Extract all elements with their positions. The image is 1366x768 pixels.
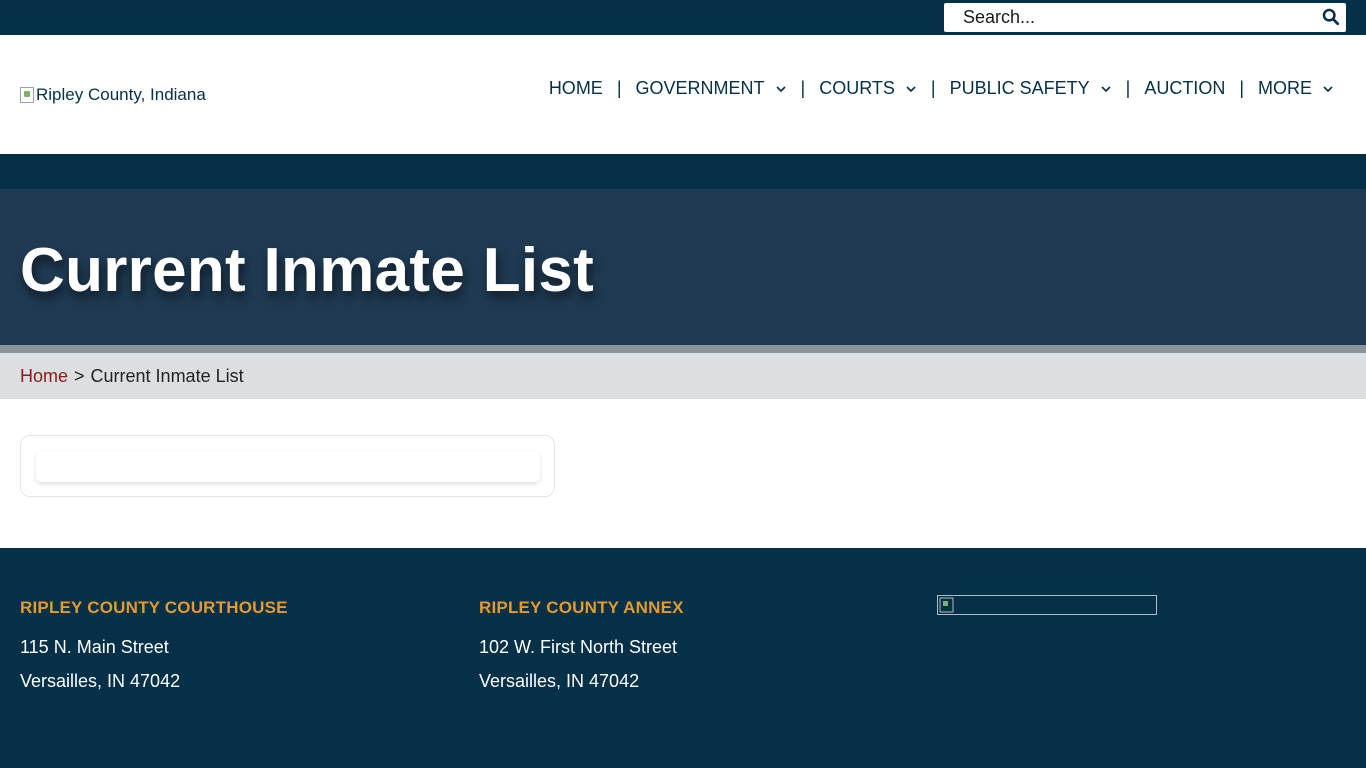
- nav-separator: |: [1239, 78, 1244, 98]
- nav-item-auction[interactable]: AUCTION: [1144, 78, 1225, 99]
- nav-item-more[interactable]: MORE: [1258, 78, 1334, 99]
- breadcrumb-current: Current Inmate List: [90, 365, 244, 386]
- nav-separator: |: [930, 78, 936, 98]
- chevron-down-icon: [906, 85, 916, 92]
- site-footer: RIPLEY COUNTY COURTHOUSE 115 N. Main Str…: [0, 548, 1366, 768]
- breadcrumb: Home > Current Inmate List: [0, 353, 1366, 399]
- inmate-list-container: [20, 435, 555, 497]
- site-logo[interactable]: Ripley County, Indiana: [20, 85, 206, 105]
- main-nav: HOME | GOVERNMENT | COURTS | PUBLIC SAFE…: [549, 78, 1334, 99]
- chevron-down-icon: [1101, 85, 1111, 92]
- nav-item-home[interactable]: HOME: [549, 78, 603, 99]
- footer-courthouse: RIPLEY COUNTY COURTHOUSE 115 N. Main Str…: [20, 598, 288, 698]
- footer-image: [937, 595, 1157, 615]
- hero-divider: [0, 345, 1366, 353]
- search-input[interactable]: [944, 4, 1304, 31]
- header-band: [0, 154, 1366, 189]
- top-bar: [0, 0, 1366, 35]
- search-box: [944, 3, 1346, 32]
- chevron-down-icon: [775, 85, 786, 92]
- nav-item-courts[interactable]: COURTS: [819, 78, 917, 99]
- breadcrumb-separator: >: [74, 365, 85, 386]
- nav-separator: |: [800, 78, 806, 98]
- site-header: Ripley County, Indiana HOME | GOVERNMENT…: [0, 35, 1366, 154]
- annex-address-line2: Versailles, IN 47042: [479, 671, 640, 691]
- courthouse-address-line2: Versailles, IN 47042: [20, 671, 181, 691]
- inmate-list-panel: [36, 451, 540, 482]
- broken-image-icon: [20, 87, 34, 103]
- search-icon[interactable]: [1322, 8, 1340, 26]
- nav-item-public-safety[interactable]: PUBLIC SAFETY: [950, 78, 1112, 99]
- page-title: Current Inmate List: [20, 236, 595, 305]
- footer-annex: RIPLEY COUNTY ANNEX 102 W. First North S…: [479, 598, 684, 698]
- chevron-down-icon: [1323, 85, 1333, 92]
- logo-alt-text: Ripley County, Indiana: [36, 85, 206, 104]
- courthouse-heading: RIPLEY COUNTY COURTHOUSE: [20, 598, 288, 617]
- page-hero: Current Inmate List: [0, 189, 1366, 345]
- nav-separator: |: [616, 78, 622, 98]
- annex-heading: RIPLEY COUNTY ANNEX: [479, 598, 684, 617]
- breadcrumb-home-link[interactable]: Home: [20, 366, 68, 387]
- annex-address-line1: 102 W. First North Street: [479, 637, 678, 657]
- courthouse-address-line1: 115 N. Main Street: [20, 637, 169, 657]
- nav-item-government[interactable]: GOVERNMENT: [636, 78, 787, 99]
- nav-separator: |: [1125, 78, 1131, 98]
- broken-image-icon: [939, 597, 954, 613]
